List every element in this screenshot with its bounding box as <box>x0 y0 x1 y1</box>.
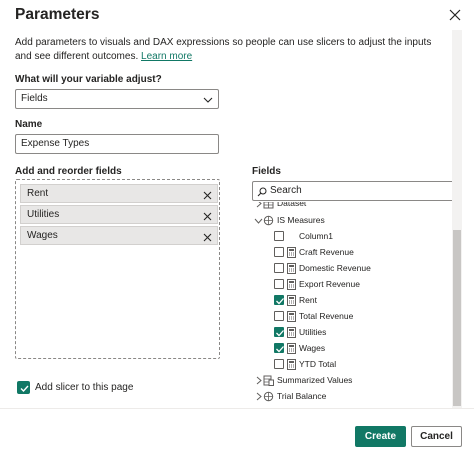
calculator-icon <box>286 247 297 258</box>
field-checkbox-checked[interactable] <box>274 327 284 337</box>
cancel-button[interactable]: Cancel <box>411 426 462 447</box>
tree-row-summarized-values[interactable]: Summarized Values <box>250 374 450 388</box>
tree-row-export-revenue[interactable]: Export Revenue <box>250 278 450 292</box>
close-icon[interactable] <box>448 8 462 22</box>
field-pill-rent[interactable]: Rent <box>20 184 218 203</box>
tree-row-is-measures[interactable]: IS Measures <box>250 214 450 228</box>
table-icon <box>263 215 274 226</box>
calculator-icon <box>286 295 297 306</box>
tree-label: Export Revenue <box>299 279 360 289</box>
tree-label: YTD Total <box>299 359 337 369</box>
field-checkbox[interactable] <box>274 247 284 257</box>
variable-dropdown-value: Fields <box>21 93 48 104</box>
name-input[interactable]: Expense Types <box>15 134 219 154</box>
tree-label: Dataset <box>277 202 307 208</box>
field-pill-label: Utilities <box>27 209 60 220</box>
table-icon <box>263 202 274 209</box>
calculator-icon <box>286 263 297 274</box>
tree-row-rent[interactable]: Rent <box>250 294 450 308</box>
tree-label: Craft Revenue <box>299 247 354 257</box>
tree-label: Domestic Revenue <box>299 263 371 273</box>
reorder-fields-label: Add and reorder fields <box>15 166 122 177</box>
calculator-icon <box>286 343 297 354</box>
fields-tree: Dataset IS Measures Column1 Craft Revenu… <box>250 202 450 406</box>
field-pill-wages[interactable]: Wages <box>20 226 218 245</box>
tree-row-column1[interactable]: Column1 <box>250 230 450 244</box>
scrollbar-thumb[interactable] <box>453 230 461 406</box>
field-checkbox[interactable] <box>274 311 284 321</box>
table-icon <box>263 391 274 402</box>
tree-label: Utilities <box>299 327 327 337</box>
tree-row-ytd-total[interactable]: YTD Total <box>250 358 450 372</box>
field-checkbox[interactable] <box>274 231 284 241</box>
field-checkbox-checked[interactable] <box>274 295 284 305</box>
create-button[interactable]: Create <box>355 426 406 447</box>
chevron-right-icon <box>254 376 263 385</box>
add-slicer-checkbox[interactable] <box>17 381 30 394</box>
remove-field-icon[interactable] <box>203 210 212 221</box>
remove-field-icon[interactable] <box>203 189 212 200</box>
tree-row-total-revenue[interactable]: Total Revenue <box>250 310 450 324</box>
calculator-icon <box>286 327 297 338</box>
tree-row-craft-revenue[interactable]: Craft Revenue <box>250 246 450 260</box>
tree-label: IS Measures <box>277 215 325 225</box>
dialog-description: Add parameters to visuals and DAX expres… <box>15 36 445 64</box>
field-checkbox[interactable] <box>274 279 284 289</box>
tree-label: Total Revenue <box>299 311 354 321</box>
chevron-down-icon <box>203 94 213 104</box>
tree-label: Trial Balance <box>277 391 327 401</box>
table-icon <box>263 375 274 386</box>
search-placeholder: Search <box>270 185 302 196</box>
fields-panel-label: Fields <box>252 166 281 177</box>
tree-row-wages[interactable]: Wages <box>250 342 450 356</box>
calculator-icon <box>286 311 297 322</box>
tree-row-dataset[interactable]: Dataset <box>250 202 450 211</box>
chevron-right-icon <box>254 392 263 401</box>
fields-search-input[interactable]: Search <box>252 181 456 201</box>
field-checkbox[interactable] <box>274 263 284 273</box>
learn-more-link[interactable]: Learn more <box>141 51 192 62</box>
variable-dropdown[interactable]: Fields <box>15 89 219 109</box>
reorder-fields-zone[interactable]: Rent Utilities Wages <box>15 179 220 359</box>
tree-row-utilities[interactable]: Utilities <box>250 326 450 340</box>
field-pill-utilities[interactable]: Utilities <box>20 205 218 224</box>
field-pill-label: Rent <box>27 188 49 199</box>
name-label: Name <box>15 119 43 130</box>
tree-label: Column1 <box>299 231 334 241</box>
field-pill-label: Wages <box>27 230 58 241</box>
calculator-icon <box>286 279 297 290</box>
chevron-down-icon <box>254 216 263 225</box>
field-checkbox[interactable] <box>274 359 284 369</box>
tree-row-domestic-revenue[interactable]: Domestic Revenue <box>250 262 450 276</box>
search-icon <box>257 186 267 197</box>
tree-label: Rent <box>299 295 317 305</box>
field-checkbox-checked[interactable] <box>274 343 284 353</box>
calculator-icon <box>286 359 297 370</box>
description-text: Add parameters to visuals and DAX expres… <box>15 37 432 62</box>
chevron-right-icon <box>254 202 263 208</box>
tree-row-trial-balance[interactable]: Trial Balance <box>250 390 450 404</box>
remove-field-icon[interactable] <box>203 231 212 242</box>
parameters-dialog: Parameters Add parameters to visuals and… <box>0 0 474 455</box>
dialog-title: Parameters <box>15 6 100 23</box>
add-slicer-label: Add slicer to this page <box>35 382 134 393</box>
variable-label: What will your variable adjust? <box>15 74 162 85</box>
dialog-scrollbar[interactable] <box>452 30 462 408</box>
tree-label: Summarized Values <box>277 375 353 385</box>
tree-label: Wages <box>299 343 326 353</box>
footer-divider <box>0 408 474 409</box>
